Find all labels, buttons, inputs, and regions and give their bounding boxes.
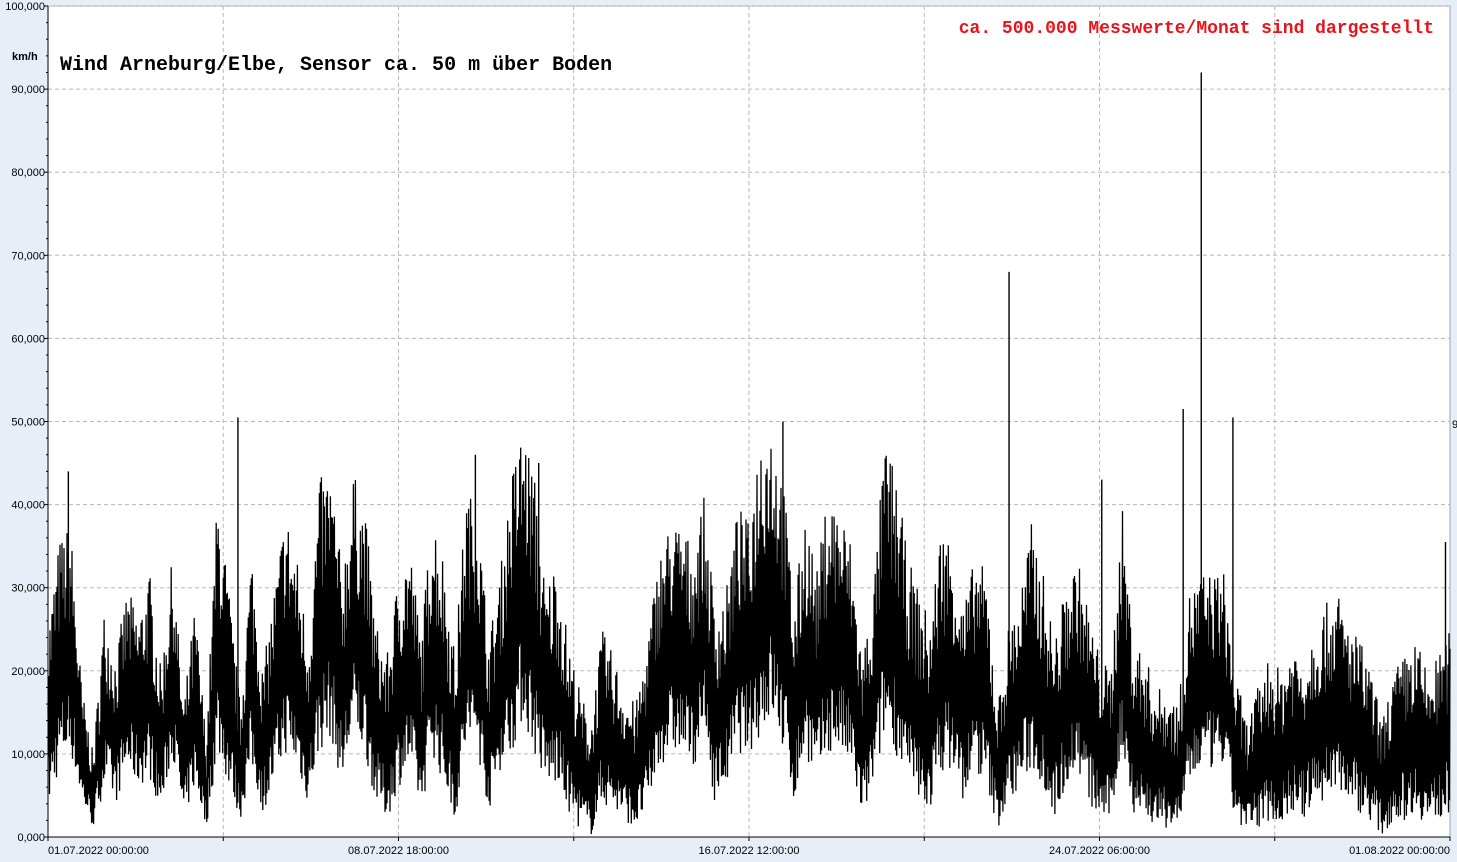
x-tick-label-2: 16.07.2022 12:00:00 (699, 845, 800, 857)
y-tick-label-10: 100,000 (5, 1, 45, 13)
y-tick-label-2: 20,000 (11, 666, 45, 678)
x-tick-label-1: 08.07.2022 18:00:00 (348, 845, 449, 857)
y-tick-label-0: 0,000 (17, 832, 45, 844)
wind-chart: 0,000 10,000 20,000 30,000 40,000 50,000 60,00… (5, 1, 1457, 857)
y-tick-label-5: 50,000 (11, 417, 45, 429)
y-axis-unit-label: km/h (12, 51, 38, 63)
chart-title: Wind Arneburg/Elbe, Sensor ca. 50 m über… (60, 54, 612, 77)
y-tick-label-3: 30,000 (11, 583, 45, 595)
right-edge-label: 9 (1452, 419, 1457, 431)
y-tick-label-1: 10,000 (11, 749, 45, 761)
y-tick-label-8: 80,000 (11, 167, 45, 179)
x-axis-ticks: 01.07.2022 00:00:00 08.07.2022 18:00:00 16… (47, 837, 1451, 857)
y-tick-label-4: 40,000 (11, 500, 45, 512)
y-axis-ticks: 0,000 10,000 20,000 30,000 40,000 50,000 60,00… (5, 1, 48, 844)
x-tick-label-0: 01.07.2022 00:00:00 (48, 845, 149, 857)
x-tick-label-4: 01.08.2022 00:00:00 (1349, 845, 1450, 857)
x-tick-label-3: 24.07.2022 06:00:00 (1049, 845, 1150, 857)
data-count-annotation: ca. 500.000 Messwerte/Monat sind dargest… (959, 19, 1434, 39)
y-tick-label-6: 60,000 (11, 333, 45, 345)
y-tick-label-9: 90,000 (11, 84, 45, 96)
y-tick-label-7: 70,000 (11, 250, 45, 262)
